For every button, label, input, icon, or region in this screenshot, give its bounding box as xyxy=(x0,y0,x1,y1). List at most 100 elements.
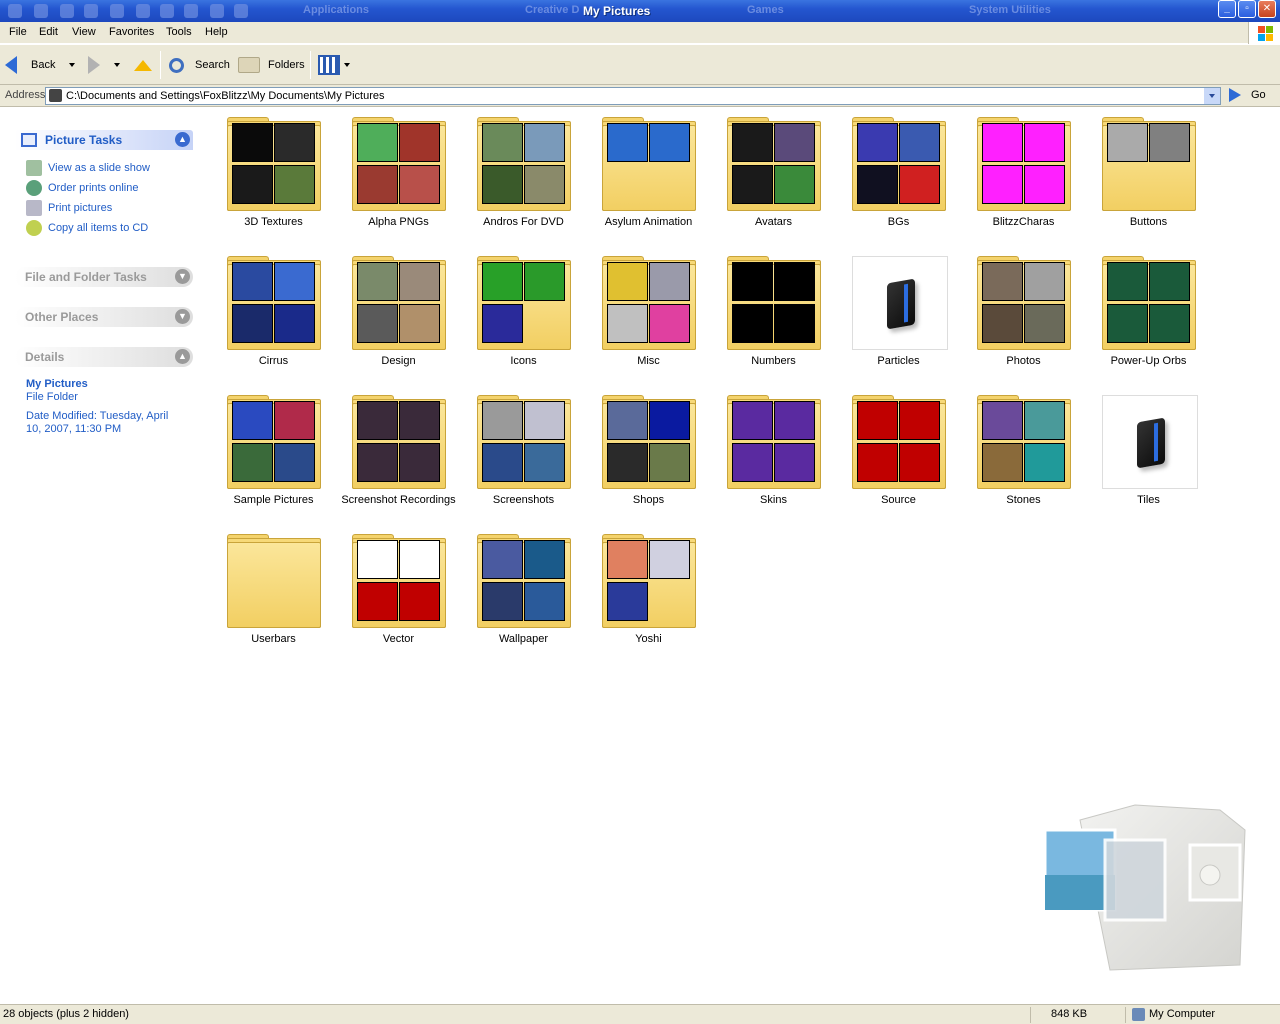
details-modified: 10, 2007, 11:30 PM xyxy=(26,423,122,435)
folders-label: Folders xyxy=(268,59,305,71)
folder-thumbnail xyxy=(524,262,565,301)
folder-thumbnail xyxy=(357,540,398,579)
folder-icon xyxy=(727,256,821,350)
address-input[interactable]: C:\Documents and Settings\FoxBlitzz\My D… xyxy=(45,87,1221,105)
menu-view[interactable]: View xyxy=(72,26,96,38)
folder-item[interactable]: Design xyxy=(336,251,461,381)
folder-item[interactable]: Userbars xyxy=(211,529,336,659)
go-button[interactable]: Go xyxy=(1229,88,1266,102)
folder-item[interactable]: Photos xyxy=(961,251,1086,381)
folder-item[interactable]: Screenshot Recordings xyxy=(336,390,461,520)
details-header[interactable]: Details ▲ xyxy=(15,347,193,367)
folder-item[interactable]: Avatars xyxy=(711,112,836,242)
folder-thumbnail xyxy=(732,165,773,204)
folder-item[interactable]: Skins xyxy=(711,390,836,520)
item-label: Icons xyxy=(510,355,537,367)
menu-tools[interactable]: Tools xyxy=(166,26,192,38)
item-label: Cirrus xyxy=(258,355,289,367)
close-button[interactable]: ✕ xyxy=(1258,0,1276,18)
back-label: Back xyxy=(31,59,56,71)
task-order-prints[interactable]: Order prints online xyxy=(26,180,139,196)
up-folder-button[interactable] xyxy=(134,53,152,77)
folder-item[interactable]: Stones xyxy=(961,390,1086,520)
task-print[interactable]: Print pictures xyxy=(26,200,112,216)
item-label: Power-Up Orbs xyxy=(1110,355,1187,367)
menu-favorites[interactable]: Favorites xyxy=(109,26,154,38)
minimize-button[interactable]: _ xyxy=(1218,0,1236,18)
folder-item[interactable]: Alpha PNGs xyxy=(336,112,461,242)
folder-thumbnail xyxy=(649,443,690,482)
folder-icon xyxy=(727,117,821,211)
folder-item[interactable]: Wallpaper xyxy=(461,529,586,659)
address-dropdown-icon[interactable] xyxy=(1204,88,1220,104)
folder-thumbnail xyxy=(482,443,523,482)
folder-item[interactable]: Power-Up Orbs xyxy=(1086,251,1211,381)
folder-item[interactable]: Andros For DVD xyxy=(461,112,586,242)
folder-thumbnail xyxy=(1024,262,1065,301)
item-label: Sample Pictures xyxy=(233,494,314,506)
collapse-icon[interactable]: ▲ xyxy=(175,349,190,364)
folder-item[interactable]: Source xyxy=(836,390,961,520)
menu-edit[interactable]: Edit xyxy=(39,26,58,38)
folder-item[interactable]: Misc xyxy=(586,251,711,381)
picture-tasks-header[interactable]: Picture Tasks ▲ xyxy=(15,130,193,150)
folder-thumbnail xyxy=(524,582,565,621)
file-item[interactable]: Particles xyxy=(836,251,961,381)
folders-button[interactable]: Folders xyxy=(238,53,305,77)
back-button[interactable]: Back xyxy=(5,53,76,77)
expand-icon[interactable]: ▼ xyxy=(175,309,190,324)
folder-thumbnail xyxy=(399,262,440,301)
folder-item[interactable]: Buttons xyxy=(1086,112,1211,242)
search-label: Search xyxy=(195,59,230,71)
ghost-taskbar-icon xyxy=(210,4,224,18)
file-item[interactable]: Tiles xyxy=(1086,390,1211,520)
folder-thumbnail xyxy=(524,443,565,482)
folder-item[interactable]: Sample Pictures xyxy=(211,390,336,520)
folder-item[interactable]: BlitzzCharas xyxy=(961,112,1086,242)
menu-file[interactable]: File xyxy=(9,26,27,38)
search-button[interactable]: Search xyxy=(169,53,230,77)
folder-item[interactable]: Asylum Animation xyxy=(586,112,711,242)
folder-item[interactable]: BGs xyxy=(836,112,961,242)
other-places-header[interactable]: Other Places ▼ xyxy=(15,307,193,327)
file-thumbnail xyxy=(1102,395,1198,489)
folder-item[interactable]: Shops xyxy=(586,390,711,520)
collapse-icon[interactable]: ▲ xyxy=(175,132,190,147)
title-bar[interactable]: Applications Creative D Games System Uti… xyxy=(0,0,1280,22)
task-copy-cd[interactable]: Copy all items to CD xyxy=(26,220,148,236)
folder-item[interactable]: Icons xyxy=(461,251,586,381)
expand-icon[interactable]: ▼ xyxy=(175,269,190,284)
menu-help[interactable]: Help xyxy=(205,26,228,38)
my-pictures-watermark-icon xyxy=(1043,804,1246,971)
details-name: My Pictures xyxy=(26,378,88,390)
task-slideshow[interactable]: View as a slide show xyxy=(26,160,150,176)
file-folder-tasks-header[interactable]: File and Folder Tasks ▼ xyxy=(15,267,193,287)
folder-item[interactable]: Yoshi xyxy=(586,529,711,659)
folder-item[interactable]: Vector xyxy=(336,529,461,659)
ghost-taskbar-icon xyxy=(234,4,248,18)
folder-item[interactable]: 3D Textures xyxy=(211,112,336,242)
folder-thumbnail xyxy=(607,540,648,579)
folder-thumbnail xyxy=(732,123,773,162)
folder-thumbnail xyxy=(399,401,440,440)
folder-item[interactable]: Numbers xyxy=(711,251,836,381)
folder-icon xyxy=(352,534,446,628)
folder-thumbnail xyxy=(1107,262,1148,301)
maximize-button[interactable]: ▫ xyxy=(1238,0,1256,18)
folder-icon xyxy=(227,256,321,350)
item-label: Buttons xyxy=(1129,216,1168,228)
folder-item[interactable]: Cirrus xyxy=(211,251,336,381)
folder-thumbnail xyxy=(482,540,523,579)
folder-icon xyxy=(602,395,696,489)
folder-item[interactable]: Screenshots xyxy=(461,390,586,520)
ghost-taskbar-label: Creative D xyxy=(525,4,580,16)
forward-button[interactable] xyxy=(88,53,120,77)
folder-thumbnail xyxy=(982,304,1023,343)
folder-thumbnail xyxy=(732,401,773,440)
views-button[interactable] xyxy=(318,53,350,77)
folder-thumbnail xyxy=(732,443,773,482)
address-label: Address xyxy=(5,89,46,101)
folder-icon xyxy=(352,395,446,489)
task-print-label: Print pictures xyxy=(48,202,113,214)
item-label: Particles xyxy=(877,355,920,367)
